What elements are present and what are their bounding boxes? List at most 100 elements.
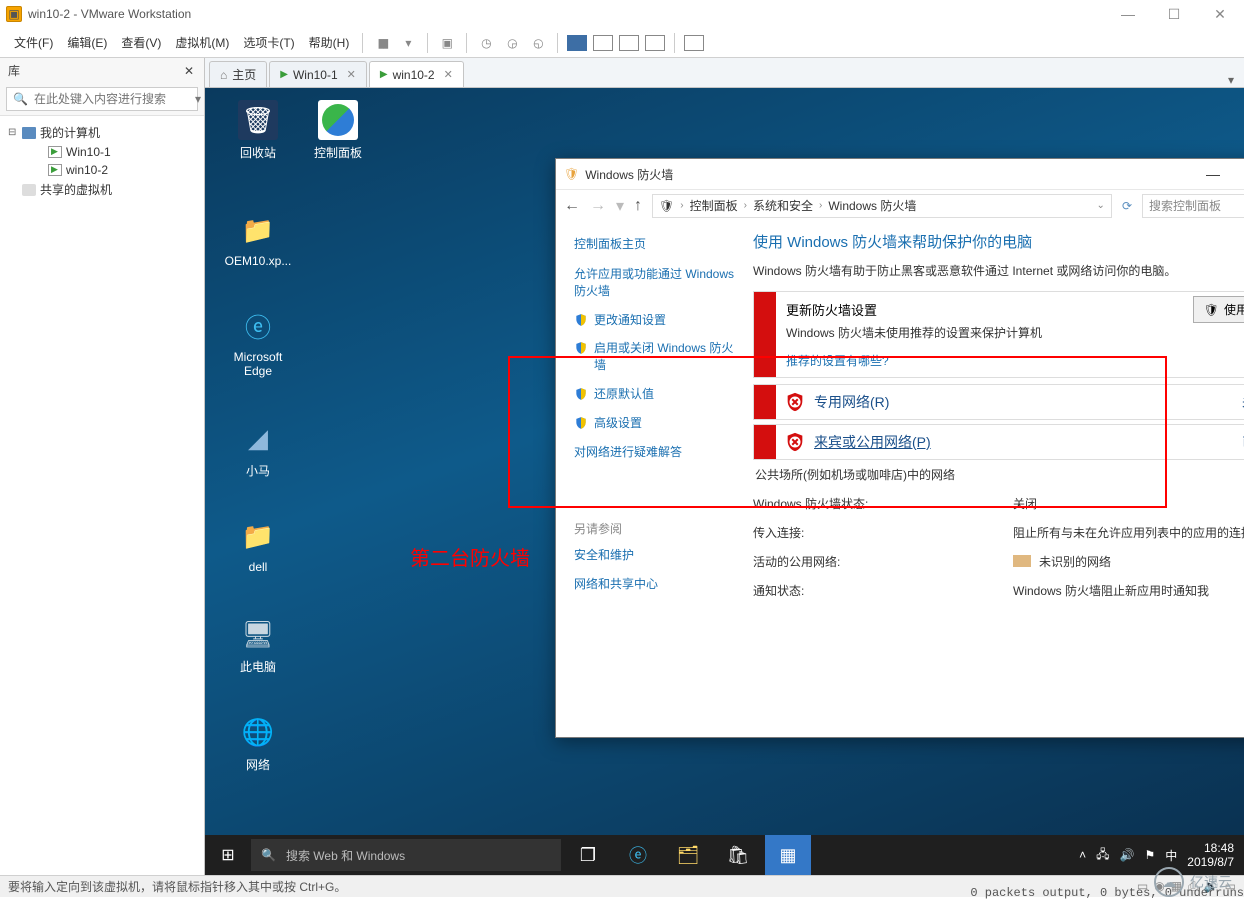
tray-ime-icon[interactable]: 中	[1165, 847, 1177, 864]
refresh-icon[interactable]: ⟳	[1122, 199, 1132, 213]
menu-edit[interactable]: 编辑(E)	[61, 30, 113, 55]
menu-tabs[interactable]: 选项卡(T)	[237, 30, 300, 55]
sidebar-network-sharing[interactable]: 网络和共享中心	[574, 576, 739, 593]
private-network-label: 专用网络(R)	[814, 392, 889, 412]
taskbar-explorer-icon[interactable]: 🗂	[665, 835, 711, 875]
tabs-dropdown-icon[interactable]: ▾	[1218, 73, 1244, 87]
vmware-logo-icon: ▣	[6, 6, 22, 22]
tree-my-computer[interactable]: ⊟我的计算机	[2, 122, 202, 143]
status-bar-red	[754, 292, 776, 377]
task-view-icon[interactable]: ❐	[565, 835, 611, 875]
firewall-sidebar: 控制面板主页 允许应用或功能通过 Windows 防火墙 更改通知设置 启用或关…	[556, 221, 751, 737]
windows-desktop[interactable]: 🗑回收站 控制面板 📁OEM10.xp... ⓔMicrosoftEdge ◢小…	[205, 88, 1244, 875]
update-desc: Windows 防火墙未使用推荐的设置来保护计算机	[786, 325, 1183, 342]
tree-shared-vms[interactable]: 共享的虚拟机	[2, 179, 202, 200]
desktop-oem-folder[interactable]: 📁OEM10.xp...	[223, 210, 293, 268]
firewall-nav: ← → ▾ ↑ 🛡› 控制面板› 系统和安全› Windows 防火墙 ⌄ ⟳ …	[556, 189, 1244, 221]
shield-icon	[574, 340, 588, 356]
sidebar-advanced[interactable]: 高级设置	[574, 415, 739, 432]
menu-file[interactable]: 文件(F)	[8, 30, 59, 55]
tray-chevron-icon[interactable]: ˄	[1079, 848, 1086, 862]
shield-icon	[574, 415, 588, 431]
taskbar-store-icon[interactable]: 🛍	[715, 835, 761, 875]
view-mode-unity[interactable]	[619, 35, 639, 51]
sidebar-troubleshoot[interactable]: 对网络进行疑难解答	[574, 444, 739, 461]
desktop-network[interactable]: 🌐网络	[223, 712, 293, 773]
use-recommended-button[interactable]: 🛡使用推荐设置	[1193, 296, 1244, 323]
tab-win10-1[interactable]: ▶Win10-1✕	[269, 61, 367, 87]
taskbar-clock[interactable]: 18:482019/8/7	[1187, 841, 1234, 870]
sidebar-onoff[interactable]: 启用或关闭 Windows 防火墙	[574, 340, 739, 374]
firewall-search[interactable]: 搜索控制面板 🔍	[1142, 194, 1244, 218]
vm-icon	[48, 164, 62, 176]
firewall-window: 🛡 Windows 防火墙 — ☐ ✕ ← → ▾ ↑ 🛡› 控制面板›	[555, 158, 1244, 738]
pause-icon[interactable]: ▮▮	[373, 34, 391, 52]
bench-icon	[1013, 555, 1031, 567]
tab-close-icon[interactable]: ✕	[347, 68, 356, 81]
tray-flag-icon[interactable]: ⚑	[1145, 848, 1156, 862]
private-network-row[interactable]: 专用网络(R) 未连接 ⌄	[753, 384, 1244, 420]
taskbar-search[interactable]: 🔍搜索 Web 和 Windows	[251, 839, 561, 871]
view-mode-5[interactable]	[684, 35, 704, 51]
kv-fw-state: Windows 防火墙状态:关闭	[753, 495, 1244, 512]
library-close-icon[interactable]: ✕	[178, 64, 200, 78]
snap-take-icon[interactable]: ◷	[477, 34, 495, 52]
firewall-titlebar[interactable]: 🛡 Windows 防火墙 — ☐ ✕	[556, 159, 1244, 189]
nav-up-icon[interactable]: ↑	[634, 197, 642, 215]
sidebar-notify[interactable]: 更改通知设置	[574, 312, 739, 329]
desktop-dell-folder[interactable]: 📁dell	[223, 516, 293, 574]
tree-vm-win10-1[interactable]: Win10-1	[2, 143, 202, 161]
desktop-edge[interactable]: ⓔMicrosoftEdge	[223, 306, 293, 378]
shield-error-icon	[782, 389, 808, 415]
close-button[interactable]: ✕	[1206, 6, 1234, 23]
desktop-control-panel[interactable]: 控制面板	[303, 100, 373, 161]
tab-close-icon[interactable]: ✕	[444, 68, 453, 81]
guest-network-row[interactable]: 来宾或公用网络(P) 已连接 ⌃	[753, 424, 1244, 460]
toolbar-dd1[interactable]: ▾	[399, 34, 417, 52]
search-placeholder: 搜索控制面板	[1149, 197, 1221, 214]
sidebar-allow-app[interactable]: 允许应用或功能通过 Windows 防火墙	[574, 266, 739, 300]
nav-back-icon[interactable]: ←	[564, 197, 580, 215]
tray-volume-icon[interactable]: 🔊	[1120, 848, 1135, 862]
menu-vm[interactable]: 虚拟机(M)	[169, 30, 235, 55]
tab-win10-2[interactable]: ▶win10-2✕	[369, 61, 464, 87]
sidebar-security-maintenance[interactable]: 安全和维护	[574, 547, 739, 564]
desktop-recycle-bin[interactable]: 🗑回收站	[223, 100, 293, 161]
tab-home[interactable]: ⌂主页	[209, 61, 267, 87]
tree-vm-win10-2[interactable]: win10-2	[2, 161, 202, 179]
firewall-desc: Windows 防火墙有助于防止黑客或恶意软件通过 Internet 或网络访问…	[753, 262, 1244, 279]
snap-manage-icon[interactable]: ◵	[529, 34, 547, 52]
tray-network-icon[interactable]: 🖧	[1096, 845, 1109, 866]
breadcrumb[interactable]: 🛡› 控制面板› 系统和安全› Windows 防火墙 ⌄	[652, 194, 1112, 218]
shield-icon: 🛡	[564, 167, 579, 181]
taskbar-edge-icon[interactable]: ⓔ	[615, 835, 661, 875]
cloud-icon: ☁	[1154, 867, 1184, 897]
fw-minimize-button[interactable]: —	[1196, 166, 1230, 183]
library-search-input[interactable]	[34, 92, 189, 106]
snapshot-icon[interactable]: ▣	[438, 34, 456, 52]
minimize-button[interactable]: —	[1114, 6, 1142, 23]
home-icon: ⌂	[220, 68, 227, 82]
snap-revert-icon[interactable]: ◶	[503, 34, 521, 52]
chevron-down-icon[interactable]: ⌄	[1097, 200, 1105, 211]
taskbar-control-panel-icon[interactable]: ▦	[765, 835, 811, 875]
view-mode-fullscreen[interactable]	[593, 35, 613, 51]
library-search[interactable]: 🔍 ▾	[6, 87, 198, 111]
shield-error-icon	[782, 429, 808, 455]
update-settings-panel: 更新防火墙设置 Windows 防火墙未使用推荐的设置来保护计算机 推荐的设置有…	[753, 291, 1244, 378]
recommended-link[interactable]: 推荐的设置有哪些?	[786, 354, 889, 368]
sidebar-cp-home[interactable]: 控制面板主页	[574, 235, 739, 252]
chevron-down-icon[interactable]: ▾	[616, 196, 624, 216]
maximize-button[interactable]: ☐	[1160, 6, 1188, 23]
sidebar-restore[interactable]: 还原默认值	[574, 386, 739, 403]
guest-network-label: 来宾或公用网络(P)	[814, 432, 931, 452]
desktop-xiaoma[interactable]: ◢小马	[223, 418, 293, 479]
menu-help[interactable]: 帮助(H)	[303, 30, 356, 55]
desktop-this-pc[interactable]: 🖥此电脑	[223, 614, 293, 675]
nav-forward-icon[interactable]: →	[590, 197, 606, 215]
view-mode-console[interactable]	[567, 35, 587, 51]
start-button[interactable]: ⊞	[205, 845, 251, 865]
menu-view[interactable]: 查看(V)	[115, 30, 167, 55]
view-mode-4[interactable]	[645, 35, 665, 51]
play-icon: ▶	[280, 69, 288, 80]
